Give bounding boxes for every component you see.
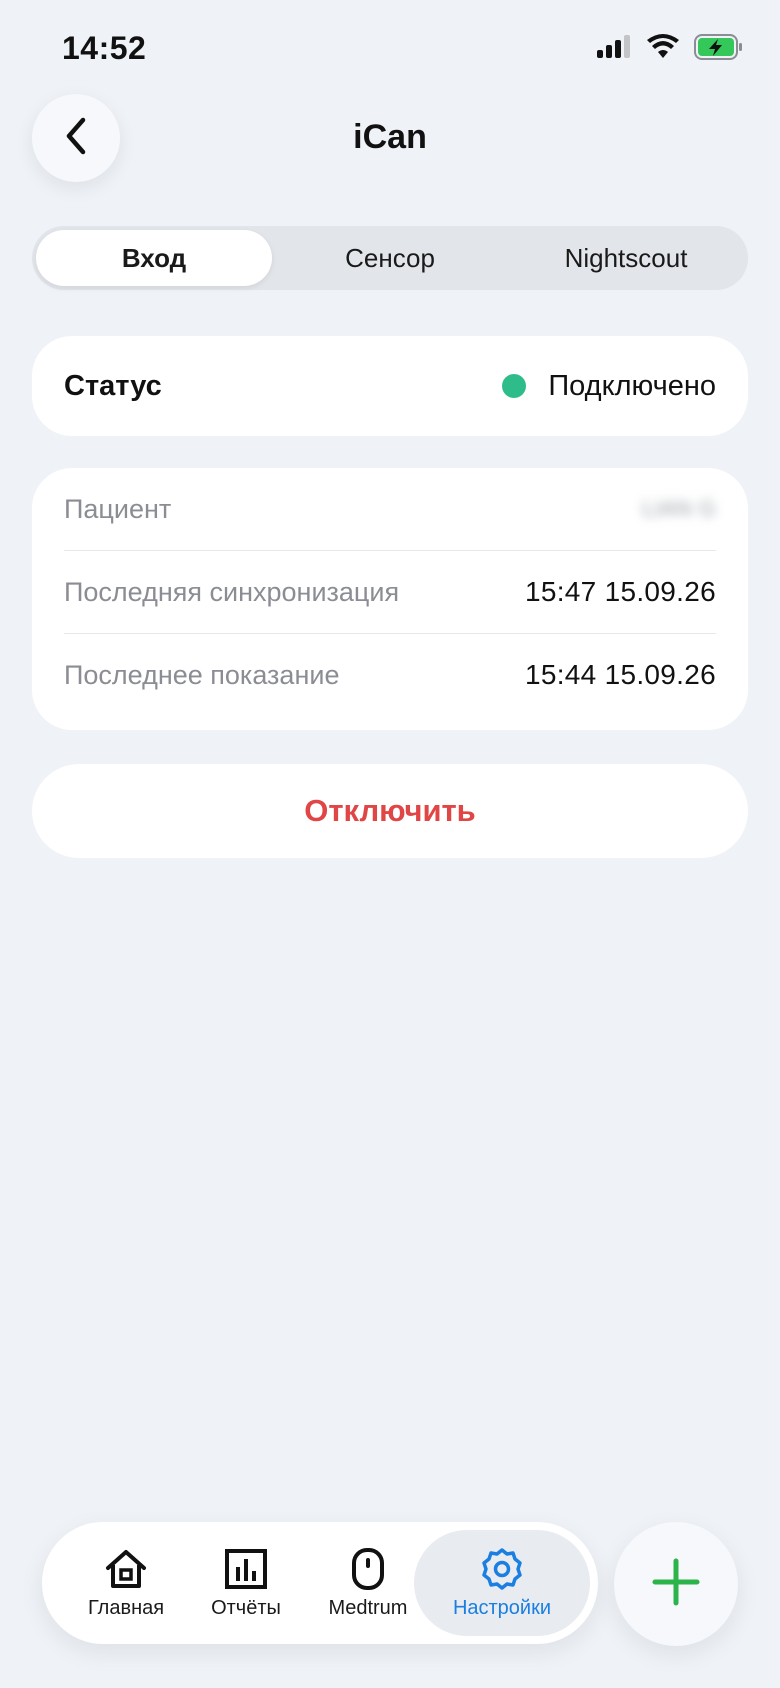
last-reading-value: 15:44 15.09.26 xyxy=(524,659,716,690)
last-sync-label: Последняя синхронизация xyxy=(64,576,400,607)
status-icons xyxy=(596,34,744,65)
status-value-group: Подключено xyxy=(502,370,716,403)
patient-value: LIAN G xyxy=(642,496,716,521)
status-time: 14:52 xyxy=(62,30,147,66)
home-icon xyxy=(104,1547,148,1591)
info-row-last-reading: Последнее показание 15:44 15.09.26 xyxy=(64,634,716,716)
tab-nightscout[interactable]: Nightscout xyxy=(508,230,744,286)
segmented-tabs: Вход Сенсор Nightscout xyxy=(32,226,748,290)
last-sync-value: 15:47 15.09.26 xyxy=(524,576,716,607)
status-bar: 14:52 xyxy=(0,0,780,100)
status-card: Статус Подключено xyxy=(32,336,748,436)
info-row-last-sync: Последняя синхронизация 15:47 15.09.26 xyxy=(64,551,716,634)
disconnect-button[interactable]: Отключить xyxy=(32,764,748,858)
tab-login[interactable]: Вход xyxy=(36,230,272,286)
nav-label-medtrum: Medtrum xyxy=(328,1596,408,1619)
nav-item-reports[interactable]: Отчёты xyxy=(186,1530,306,1636)
nav-label-settings: Настройки xyxy=(452,1596,552,1619)
status-indicator-icon xyxy=(502,374,527,398)
bottom-nav: Главная Отчёты Medtrum Настройки xyxy=(42,1522,598,1644)
patient-label: Пациент xyxy=(64,493,172,524)
info-card: Пациент LIAN G Последняя синхронизация 1… xyxy=(32,468,748,730)
status-value: Подключено xyxy=(548,369,716,402)
gear-icon xyxy=(480,1547,524,1591)
nav-item-home[interactable]: Главная xyxy=(66,1530,186,1636)
bar-chart-icon xyxy=(225,1547,267,1591)
add-button[interactable] xyxy=(614,1522,738,1646)
nav-label-home: Главная xyxy=(87,1596,165,1619)
cellular-signal-icon xyxy=(596,34,632,65)
plus-icon xyxy=(651,1557,701,1612)
page-title: iCan xyxy=(353,118,427,156)
nav-item-medtrum[interactable]: Medtrum xyxy=(306,1530,430,1636)
status-label: Статус xyxy=(64,369,162,402)
nav-item-settings[interactable]: Настройки xyxy=(414,1530,590,1636)
tab-sensor[interactable]: Сенсор xyxy=(272,230,508,286)
last-reading-label: Последнее показание xyxy=(64,659,340,690)
wifi-icon xyxy=(646,34,680,65)
battery-charging-icon xyxy=(694,34,744,65)
device-icon xyxy=(351,1547,385,1591)
nav-label-reports: Отчёты xyxy=(211,1596,281,1619)
info-row-patient: Пациент LIAN G xyxy=(64,468,716,551)
